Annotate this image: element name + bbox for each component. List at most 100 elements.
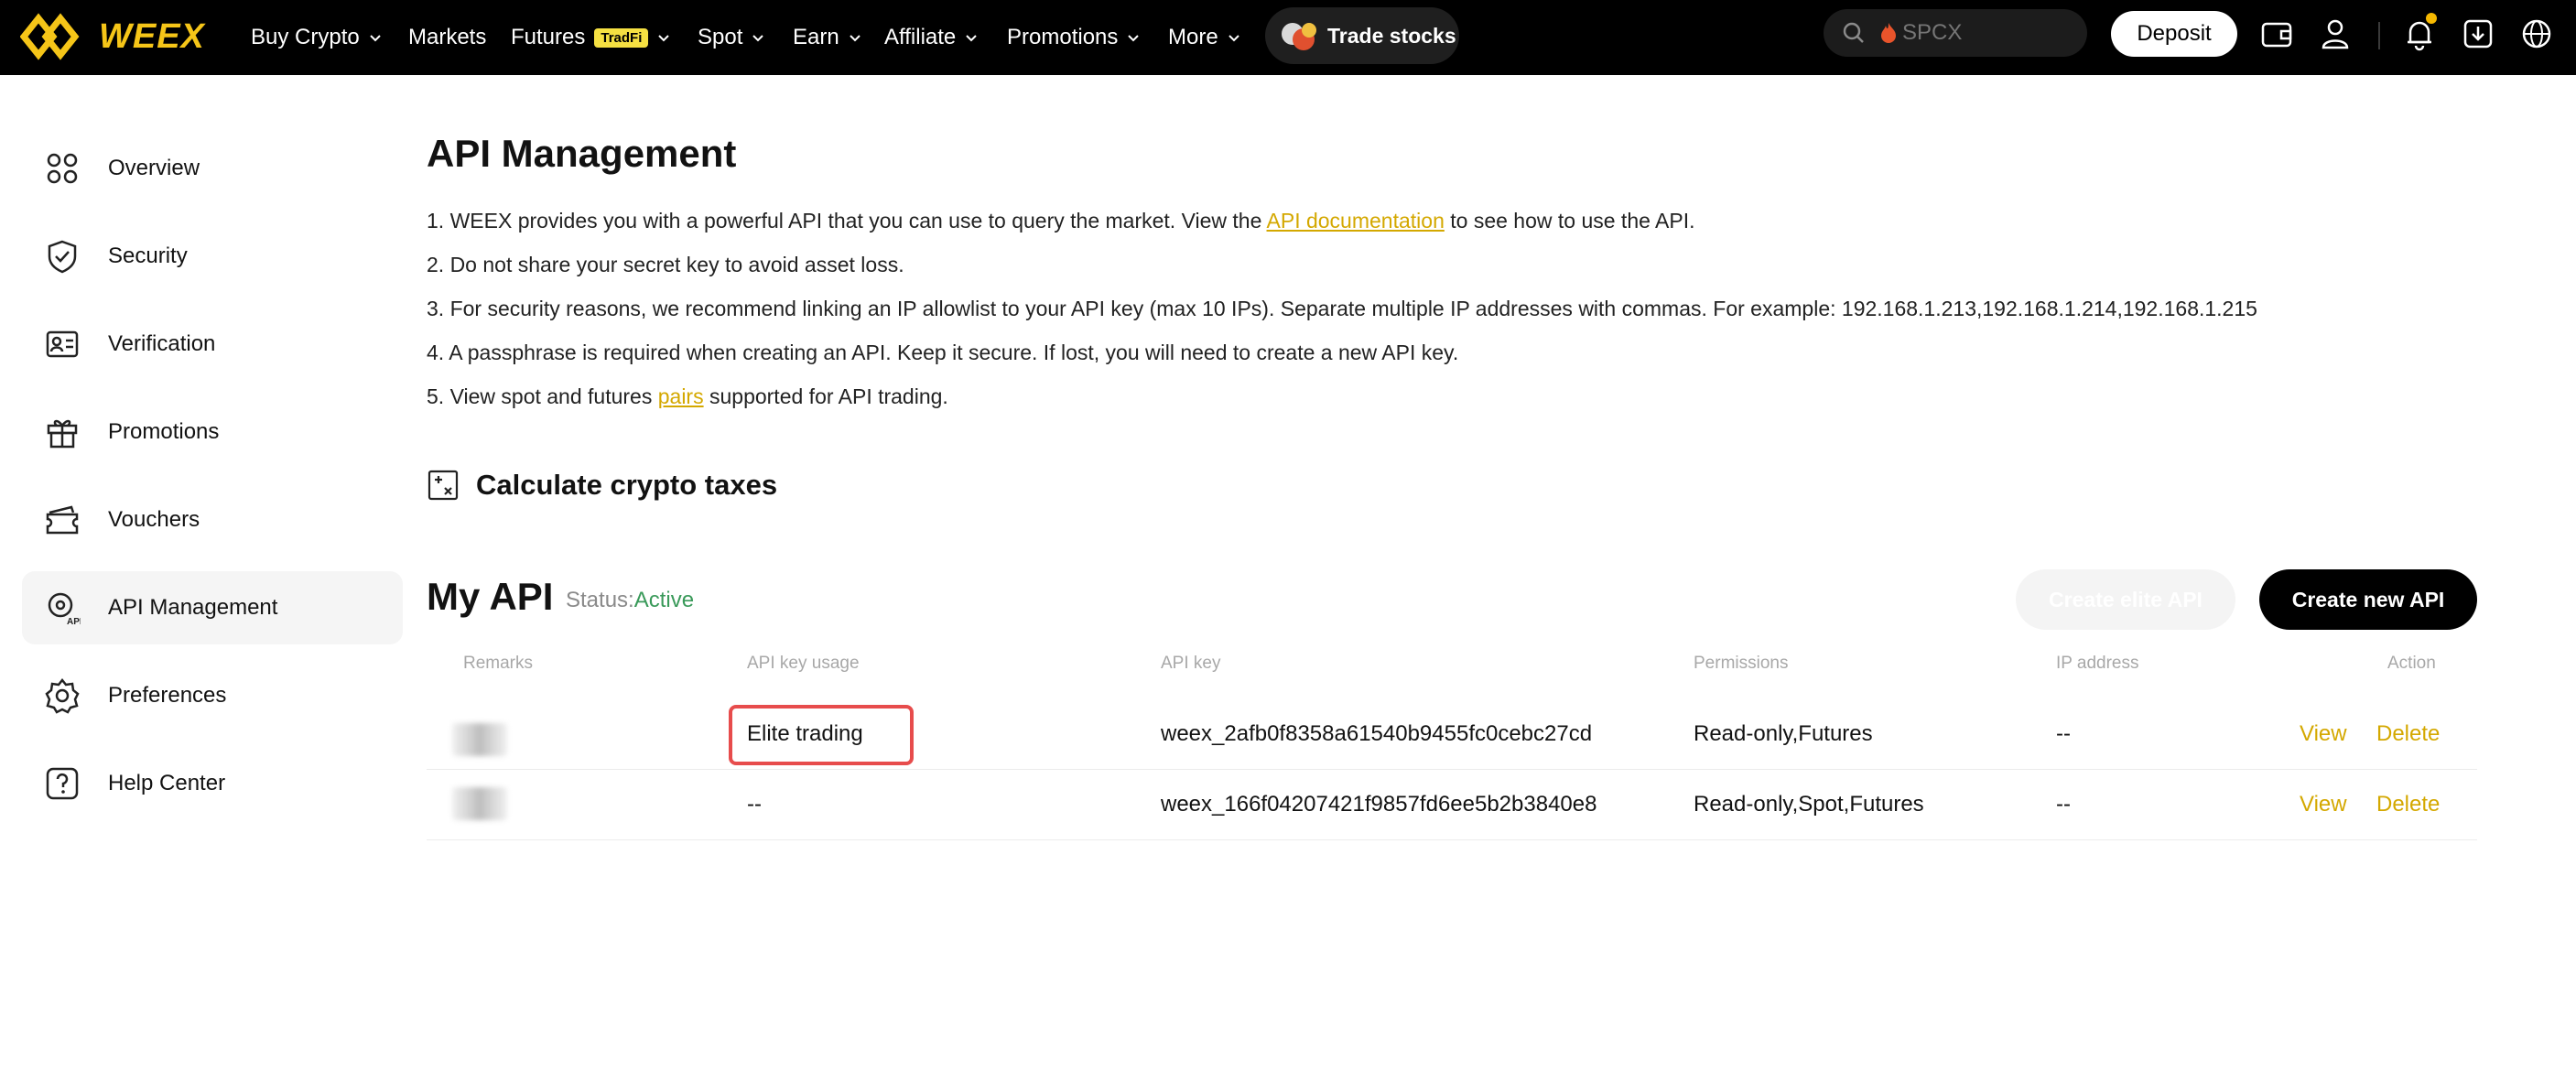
column-header-action: Action bbox=[2387, 654, 2436, 673]
sidebar-item-api-management[interactable]: API API Management bbox=[22, 571, 403, 644]
sidebar-item-verification[interactable]: Verification bbox=[22, 308, 403, 381]
info-text: 1. WEEX provides you with a powerful API… bbox=[427, 209, 1267, 233]
nav-label: More bbox=[1168, 25, 1218, 49]
info-text: 2. Do not share your secret key to avoid… bbox=[427, 253, 904, 276]
globe-icon[interactable] bbox=[2519, 16, 2554, 51]
gift-icon bbox=[47, 419, 78, 449]
delete-button[interactable]: Delete bbox=[2376, 721, 2440, 747]
brand-name: WEEX bbox=[99, 16, 205, 56]
row-divider bbox=[427, 769, 2477, 770]
permissions-cell: Read-only,Spot,Futures bbox=[1694, 792, 1924, 817]
weex-logo[interactable]: WEEX bbox=[20, 13, 205, 60]
search-input[interactable] bbox=[1902, 20, 2067, 46]
chevron-down-icon bbox=[1128, 35, 1140, 42]
api-icon: API bbox=[48, 592, 81, 626]
info-text: supported for API trading. bbox=[703, 384, 948, 408]
calculator-icon bbox=[428, 470, 459, 501]
sidebar-item-promotions[interactable]: Promotions bbox=[22, 395, 403, 469]
api-status: Status:Active bbox=[566, 588, 694, 613]
column-header-ip-address: IP address bbox=[2056, 654, 2139, 673]
nav-label: Buy Crypto bbox=[251, 25, 360, 49]
deposit-button[interactable]: Deposit bbox=[2111, 11, 2237, 57]
info-text: 3. For security reasons, we recommend li… bbox=[427, 297, 2257, 320]
help-icon bbox=[46, 767, 79, 800]
view-button[interactable]: View bbox=[2300, 792, 2347, 817]
trade-stocks-label: Trade stocks bbox=[1327, 23, 1456, 48]
page-title: API Management bbox=[427, 132, 737, 175]
gear-icon bbox=[45, 677, 80, 714]
search-icon bbox=[1843, 22, 1864, 43]
fire-icon bbox=[1881, 23, 1896, 43]
sidebar-item-security[interactable]: Security bbox=[22, 220, 403, 293]
nav-earn[interactable]: Earn bbox=[793, 20, 863, 55]
info-line-4: 4. A passphrase is required when creatin… bbox=[427, 341, 1458, 365]
column-header-permissions: Permissions bbox=[1694, 654, 1789, 673]
chevron-down-icon bbox=[658, 35, 670, 42]
chevron-down-icon bbox=[1228, 35, 1239, 42]
voucher-icon bbox=[46, 505, 79, 535]
nav-markets[interactable]: Markets bbox=[408, 20, 486, 55]
calculate-taxes-label: Calculate crypto taxes bbox=[476, 469, 778, 501]
info-text: 4. A passphrase is required when creatin… bbox=[427, 341, 1459, 364]
sidebar-item-label: Vouchers bbox=[108, 507, 200, 532]
nav-label: Markets bbox=[408, 25, 487, 49]
column-header-api-key-usage: API key usage bbox=[747, 654, 860, 673]
stock-coins-icon bbox=[1282, 23, 1316, 50]
nav-futures[interactable]: Futures TradFi bbox=[511, 20, 672, 55]
status-label: Status: bbox=[566, 588, 634, 612]
sidebar-item-label: Promotions bbox=[108, 419, 220, 444]
remark-redacted bbox=[452, 787, 507, 820]
sidebar-item-label: API Management bbox=[108, 595, 278, 620]
info-line-2: 2. Do not share your secret key to avoid… bbox=[427, 253, 904, 277]
create-elite-api-button[interactable]: Create elite API bbox=[2016, 569, 2235, 630]
info-line-5: 5. View spot and futures pairs supported… bbox=[427, 384, 948, 409]
info-line-3: 3. For security reasons, we recommend li… bbox=[427, 297, 2257, 321]
trade-stocks-button[interactable]: Trade stocks bbox=[1265, 7, 1459, 64]
calculate-crypto-taxes-link[interactable]: Calculate crypto taxes bbox=[427, 469, 777, 502]
nav-promotions[interactable]: Promotions bbox=[1007, 20, 1142, 55]
nav-label: Futures bbox=[511, 25, 586, 49]
view-button[interactable]: View bbox=[2300, 721, 2347, 747]
api-key-cell: weex_2afb0f8358a61540b9455fc0cebc27cd bbox=[1161, 721, 1593, 746]
tradfi-badge: TradFi bbox=[594, 27, 649, 48]
svg-text:API: API bbox=[67, 617, 81, 626]
nav-label: Promotions bbox=[1007, 25, 1119, 49]
chevron-down-icon bbox=[752, 35, 764, 42]
api-key-usage-cell: -- bbox=[747, 792, 762, 817]
nav-label: Spot bbox=[698, 25, 743, 49]
search-box[interactable] bbox=[1824, 9, 2087, 57]
sidebar-item-overview[interactable]: Overview bbox=[22, 132, 403, 205]
column-header-api-key: API key bbox=[1161, 654, 1221, 673]
user-icon[interactable] bbox=[2318, 16, 2353, 51]
info-line-1: 1. WEEX provides you with a powerful API… bbox=[427, 209, 1694, 233]
chevron-down-icon bbox=[370, 35, 381, 42]
ip-address-cell: -- bbox=[2056, 721, 2071, 746]
chevron-down-icon bbox=[966, 35, 977, 42]
nav-more[interactable]: More bbox=[1168, 20, 1242, 55]
sidebar-item-help-center[interactable]: Help Center bbox=[22, 747, 403, 820]
sidebar-item-label: Help Center bbox=[108, 771, 226, 795]
sidebar-item-preferences[interactable]: Preferences bbox=[22, 659, 403, 732]
api-documentation-link[interactable]: API documentation bbox=[1267, 209, 1445, 233]
permissions-cell: Read-only,Futures bbox=[1694, 721, 1873, 746]
delete-button[interactable]: Delete bbox=[2376, 792, 2440, 817]
sidebar-item-label: Overview bbox=[108, 156, 200, 180]
id-card-icon bbox=[46, 330, 79, 358]
nav-spot[interactable]: Spot bbox=[698, 20, 766, 55]
overview-icon bbox=[47, 153, 78, 184]
nav-buy-crypto[interactable]: Buy Crypto bbox=[251, 20, 384, 55]
create-new-api-button[interactable]: Create new API bbox=[2259, 569, 2477, 630]
wallet-icon[interactable] bbox=[2259, 16, 2294, 51]
download-icon[interactable] bbox=[2461, 16, 2495, 51]
sidebar-item-vouchers[interactable]: Vouchers bbox=[22, 483, 403, 557]
column-header-remarks: Remarks bbox=[463, 654, 534, 673]
ip-address-cell: -- bbox=[2056, 792, 2071, 817]
weex-logo-icon bbox=[20, 13, 80, 60]
chevron-down-icon bbox=[849, 35, 860, 42]
nav-label: Affiliate bbox=[884, 25, 957, 49]
info-text: 5. View spot and futures bbox=[427, 384, 658, 408]
nav-affiliate[interactable]: Affiliate bbox=[884, 20, 980, 55]
sidebar-item-label: Preferences bbox=[108, 683, 227, 708]
shield-icon bbox=[48, 240, 77, 274]
pairs-link[interactable]: pairs bbox=[658, 384, 704, 408]
